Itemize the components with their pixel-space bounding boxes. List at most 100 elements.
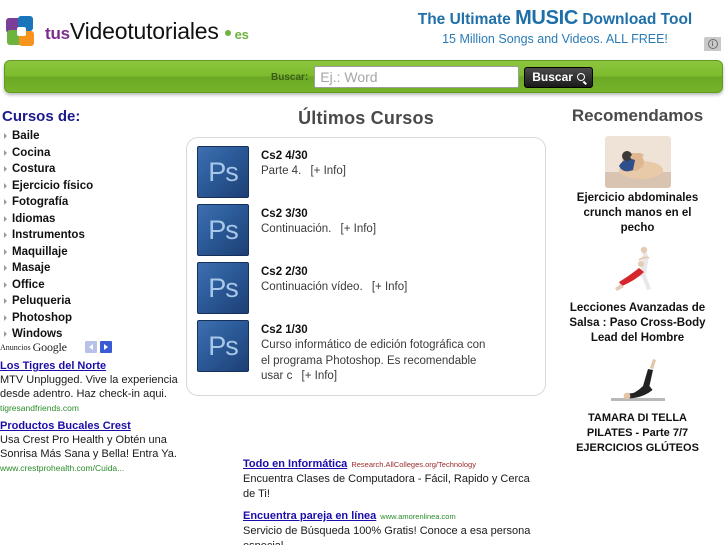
search-button-label: Buscar xyxy=(532,70,573,84)
google-ad-url: www.amorenlinea.com xyxy=(380,512,456,521)
sidebar-item-peluqueria[interactable]: Peluqueria xyxy=(0,293,180,310)
courses-sidebar: Cursos de: Baile Cocina Costura Ejercici… xyxy=(0,108,180,343)
bullet-arrow-icon xyxy=(4,232,7,238)
course-info-link[interactable]: [+ Info] xyxy=(341,223,376,235)
bullet-arrow-icon xyxy=(4,133,7,139)
recommended-item[interactable]: TAMARA DI TELLA PILATES - Parte 7/7 EJER… xyxy=(548,356,727,456)
magnifier-icon xyxy=(576,73,585,81)
google-ad-item: Todo en Informática Research.AllColleges.… xyxy=(243,456,543,501)
sidebar-item-instrumentos[interactable]: Instrumentos xyxy=(0,227,180,244)
bullet-arrow-icon xyxy=(4,182,7,189)
course-title: Cs2 2/30 xyxy=(261,266,308,278)
photoshop-icon: Ps xyxy=(197,146,249,198)
course-info-link[interactable]: [+ Info] xyxy=(302,370,337,382)
course-description: Curso informático de edición fotográfica… xyxy=(261,339,486,382)
google-ad-body: Servicio de Búsqueda 100% Gratis! Conoce… xyxy=(243,525,531,545)
google-ad-body: MTV Unplugged. Vive la experiencia desde… xyxy=(0,374,178,400)
sidebar-item-costura[interactable]: Costura xyxy=(0,161,180,178)
photoshop-icon: Ps xyxy=(197,262,249,314)
course-title: Cs2 4/30 xyxy=(261,150,308,162)
google-ad-title[interactable]: Todo en Informática xyxy=(243,458,347,470)
sidebar-category-list: Baile Cocina Costura Ejercicio físico Fo… xyxy=(0,128,180,343)
google-ad-url: Research.AllColleges.org/Technology xyxy=(351,460,476,469)
google-ads-main: Todo en Informática Research.AllColleges.… xyxy=(243,456,543,545)
google-ads-nav xyxy=(84,341,112,353)
banner-headline: The Ultimate MUSIC Download Tool xyxy=(385,8,725,30)
sidebar-item-label: Fotografía xyxy=(12,196,69,208)
bullet-arrow-icon xyxy=(4,331,7,337)
latest-courses-section: Últimos Cursos Ps Cs2 4/30 Parte 4. [+ I… xyxy=(186,108,546,396)
course-description: Continuación vídeo. xyxy=(261,281,363,293)
google-ad-item: Productos Bucales Crest Usa Crest Pro He… xyxy=(0,419,180,474)
bullet-arrow-icon xyxy=(4,199,7,205)
recommended-caption[interactable]: Lecciones Avanzadas de Salsa : Paso Cros… xyxy=(548,301,727,346)
google-ads-left: Anuncios Google Los Tigres del Norte MTV… xyxy=(0,340,180,474)
sidebar-item-label: Cocina xyxy=(12,146,51,159)
recommended-item[interactable]: Ejercicio abdominales crunch manos en el… xyxy=(548,136,727,236)
course-info-link[interactable]: [+ Info] xyxy=(310,165,345,177)
sidebar-item-masaje[interactable]: Masaje xyxy=(0,260,180,277)
page-title: Últimos Cursos xyxy=(298,108,434,128)
sidebar-item-idiomas[interactable]: Idiomas xyxy=(0,211,180,228)
recommended-caption[interactable]: TAMARA DI TELLA PILATES - Parte 7/7 EJER… xyxy=(548,411,727,456)
sidebar-item-fotografia[interactable]: Fotografía xyxy=(0,194,180,211)
banner-headline-music: MUSIC xyxy=(515,8,579,29)
google-ad-item: Encuentra pareja en línea www.amorenlinea… xyxy=(243,508,543,545)
sidebar-item-label: Idiomas xyxy=(12,212,56,225)
recommended-item[interactable]: Lecciones Avanzadas de Salsa : Paso Cros… xyxy=(548,246,727,346)
google-ad-title[interactable]: Encuentra pareja en línea xyxy=(243,510,376,522)
salsa-dance-photo xyxy=(604,246,671,298)
google-ad-title[interactable]: Productos Bucales Crest xyxy=(0,419,180,433)
search-button[interactable]: Buscar xyxy=(524,66,593,88)
course-title: Cs2 1/30 xyxy=(261,324,308,336)
chevron-right-icon[interactable] xyxy=(99,341,112,353)
google-ad-url: www.crestprohealth.com/Cuida... xyxy=(0,463,125,473)
bullet-arrow-icon xyxy=(4,281,7,288)
course-description: Parte 4. xyxy=(261,165,302,177)
logo-text: tusVideotutoriales es xyxy=(45,19,249,43)
course-description: Continuación. xyxy=(261,223,332,235)
sidebar-item-label: Masaje xyxy=(12,262,51,274)
course-item[interactable]: Ps Cs2 1/30 Curso informático de edición… xyxy=(197,320,535,385)
sidebar-item-ejercicio-fisico[interactable]: Ejercicio físico xyxy=(0,178,180,195)
sidebar-item-baile[interactable]: Baile xyxy=(0,128,180,145)
sidebar-item-office[interactable]: Office xyxy=(0,277,180,294)
bullet-arrow-icon xyxy=(4,298,7,304)
sidebar-item-label: Windows xyxy=(12,328,63,340)
search-bar: Buscar: Buscar xyxy=(4,60,723,93)
google-ad-title[interactable]: Los Tigres del Norte xyxy=(0,359,180,373)
sidebar-item-label: Photoshop xyxy=(12,311,73,324)
logo-text-tus: tus xyxy=(45,23,70,43)
sidebar-item-label: Maquillaje xyxy=(12,245,68,258)
google-ads-header: Anuncios Google xyxy=(0,340,180,354)
google-ad-body: Encuentra Clases de Computadora - Fácil,… xyxy=(243,473,530,500)
bullet-arrow-icon xyxy=(4,149,7,156)
sidebar-title: Cursos de: xyxy=(2,108,81,125)
sidebar-item-cocina[interactable]: Cocina xyxy=(0,145,180,162)
banner-headline-part2: Download Tool xyxy=(578,11,693,28)
adchoices-icon[interactable]: i xyxy=(704,37,721,51)
sidebar-item-maquillaje[interactable]: Maquillaje xyxy=(0,244,180,261)
bullet-arrow-icon xyxy=(4,166,7,172)
site-header: tusVideotutoriales es The Ultimate MUSIC … xyxy=(0,0,727,56)
sidebar-item-label: Ejercicio físico xyxy=(12,179,94,192)
google-ad-body: Usa Crest Pro Health y Obtén una Sonrisa… xyxy=(0,434,177,460)
recommended-caption[interactable]: Ejercicio abdominales crunch manos en el… xyxy=(548,191,727,236)
sidebar-item-label: Office xyxy=(12,278,45,291)
course-item[interactable]: Ps Cs2 3/30 Continuación. [+ Info] xyxy=(197,204,535,256)
music-download-ad-banner[interactable]: The Ultimate MUSIC Download Tool 15 Mill… xyxy=(385,8,725,53)
course-info-link[interactable]: [+ Info] xyxy=(372,281,407,293)
google-ad-item: Los Tigres del Norte MTV Unplugged. Vive… xyxy=(0,359,180,414)
course-item[interactable]: Ps Cs2 4/30 Parte 4. [+ Info] xyxy=(197,146,535,198)
site-logo[interactable]: tusVideotutoriales es xyxy=(6,16,249,46)
sidebar-item-label: Peluqueria xyxy=(12,295,71,307)
search-input[interactable] xyxy=(314,66,520,88)
chevron-left-icon[interactable] xyxy=(84,341,97,353)
courses-list: Ps Cs2 4/30 Parte 4. [+ Info] Ps Cs2 3/3… xyxy=(186,137,546,396)
logo-dot-icon xyxy=(224,29,231,36)
course-item[interactable]: Ps Cs2 2/30 Continuación vídeo. [+ Info] xyxy=(197,262,535,314)
sidebar-item-label: Instrumentos xyxy=(12,229,85,241)
bullet-arrow-icon xyxy=(4,314,7,321)
sidebar-item-photoshop[interactable]: Photoshop xyxy=(0,310,180,327)
google-ads-google-label: Google xyxy=(32,339,67,354)
